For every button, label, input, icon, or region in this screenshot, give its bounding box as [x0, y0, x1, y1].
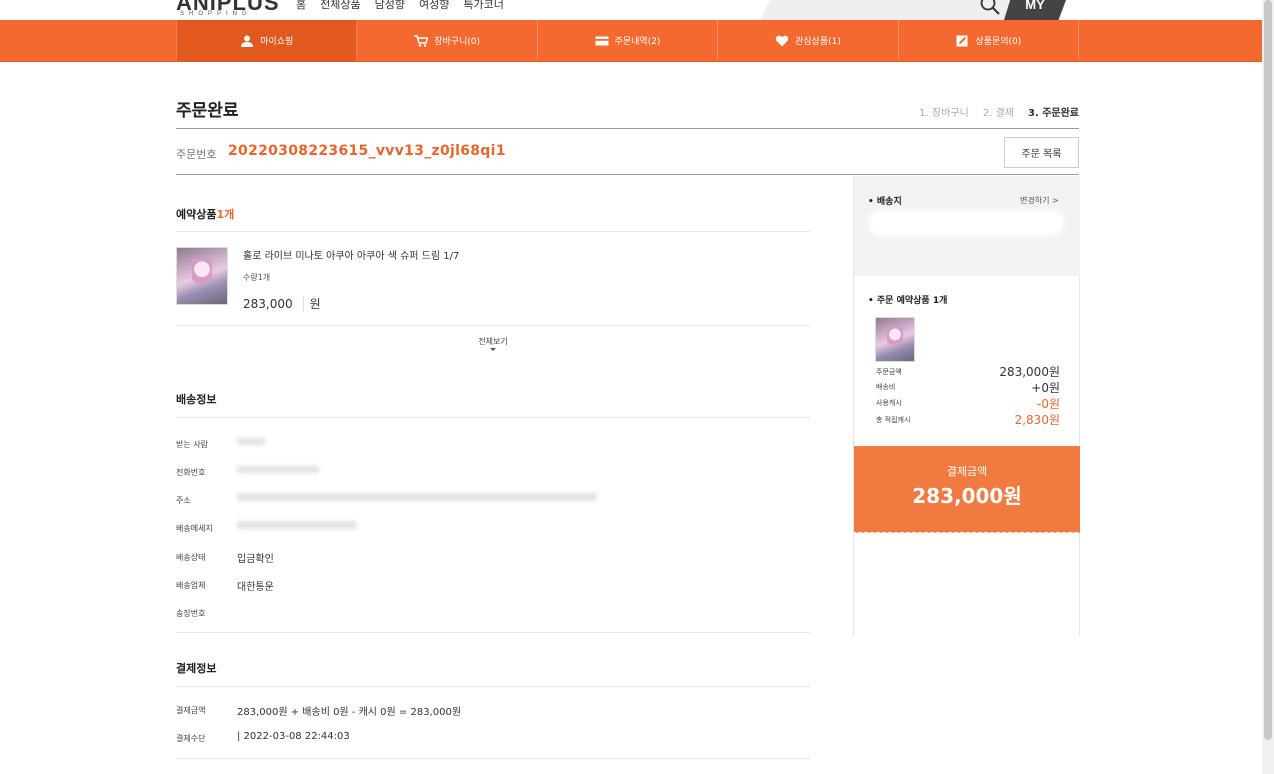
status-label: 배송상태 — [176, 553, 206, 562]
total-payment-label: 결제금액 — [946, 465, 988, 478]
nav-all-products[interactable]: 전체상품 — [320, 0, 360, 12]
product-price: 283,000 원 — [243, 295, 321, 312]
nav-female[interactable]: 여성향 — [419, 0, 449, 12]
product-price-value: 283,000 — [243, 297, 293, 311]
step-complete: 3. 주문완료 — [1027, 108, 1079, 119]
message-redacted — [237, 521, 357, 529]
tab-label: 마이쇼핑 — [260, 37, 294, 47]
order-amount-label: 주문금액 — [876, 368, 902, 376]
tab-label: 관심상품(1) — [794, 37, 841, 47]
order-summary-sidebar: • 배송지 변경하기 > • 주문 예약상품 1개 주문금액 283,000원 … — [853, 176, 1080, 636]
card-icon — [595, 36, 609, 45]
divider — [176, 174, 1079, 175]
site-logo-sub: SHOPPING — [180, 11, 252, 17]
divider — [176, 325, 810, 326]
payment-method-label: 결제수단 — [176, 734, 206, 743]
heart-icon — [775, 35, 789, 46]
tab-wishlist[interactable]: 관심상품(1) — [718, 20, 899, 61]
order-number: 20220308223615_vvv13_z0jl68qi1 — [228, 143, 506, 159]
shipping-address-title: • 배송지 — [868, 197, 902, 207]
shipping-address-box: • 배송지 변경하기 > — [854, 176, 1080, 276]
shipping-info-title: 배송정보 — [176, 393, 217, 406]
my-button[interactable]: MY — [1004, 0, 1066, 20]
divider — [176, 686, 810, 687]
edit-icon — [956, 35, 968, 46]
change-address-link[interactable]: 변경하기 > — [1020, 195, 1059, 206]
search-icon[interactable] — [979, 0, 1001, 16]
payment-amount-value: 283,000원 + 배송비 0원 - 캐시 0원 = 283,000원 — [237, 707, 462, 718]
payment-amount-label: 결제금액 — [176, 706, 206, 715]
shipping-address-redacted — [868, 210, 1064, 236]
divider — [176, 128, 1079, 129]
header-search-area — [760, 0, 1010, 20]
page-title: 주문완료 — [176, 101, 239, 121]
courier-value: 대한통운 — [237, 582, 274, 593]
top-nav: 홈 전체상품 남성향 여성향 특가코너 — [296, 0, 504, 12]
product-quantity: 수량1개 — [243, 273, 271, 282]
total-payment-amount: 283,000원 — [912, 484, 1022, 508]
chevron-down-icon — [490, 348, 496, 351]
shipping-fee-label: 배송비 — [876, 383, 896, 391]
total-reward-value: 2,830원 — [1014, 413, 1060, 427]
person-icon — [241, 35, 254, 47]
order-list-button[interactable]: 주문 목록 — [1004, 137, 1079, 168]
address-label: 주소 — [176, 496, 191, 505]
nav-male[interactable]: 남성향 — [375, 0, 405, 12]
tab-label: 상품문의(0) — [975, 37, 1022, 47]
tab-inquiry[interactable]: 상품문의(0) — [899, 20, 1080, 61]
products-label: 예약상품 — [176, 208, 217, 221]
cart-icon — [414, 34, 429, 47]
product-name[interactable]: 홀로 라이브 미나토 아쿠아 아쿠아 색 슈퍼 드림 1/7 — [243, 247, 459, 262]
divider — [176, 417, 810, 418]
product-thumbnail[interactable] — [176, 247, 228, 305]
used-cash-value: -0원 — [1036, 397, 1060, 411]
tab-my-shopping[interactable]: 마이쇼핑 — [176, 20, 358, 61]
order-amount-value: 283,000원 — [999, 365, 1060, 379]
top-header: ANIPLUS SHOPPING 홈 전체상품 남성향 여성향 특가코너 MY — [0, 0, 1262, 20]
payment-method-value: | 2022-03-08 22:44:03 — [237, 731, 350, 742]
divider — [176, 632, 810, 633]
phone-label: 전화번호 — [176, 468, 206, 477]
tab-label: 주문내역(2) — [614, 37, 661, 47]
tab-cart[interactable]: 장바구니(0) — [357, 20, 538, 61]
summary-product-thumbnail — [875, 317, 915, 362]
divider — [176, 758, 810, 759]
used-cash-label: 사용캐시 — [876, 399, 902, 407]
order-items-title: • 주문 예약상품 1개 — [868, 296, 948, 306]
scrollbar-thumb[interactable] — [1264, 0, 1272, 740]
step-payment: 2. 결제 — [982, 108, 1014, 119]
mypage-nav-bar: 마이쇼핑 장바구니(0) 주문내역(2) 관심상품(1) 상품문의(0) — [0, 20, 1262, 62]
order-number-label: 주문번호 — [176, 148, 217, 161]
view-all-label: 전체보기 — [478, 337, 508, 346]
courier-label: 배송업체 — [176, 581, 206, 590]
products-section-title: 예약상품1개 — [176, 206, 234, 222]
nav-special[interactable]: 특가코너 — [463, 0, 503, 12]
products-count: 1개 — [216, 208, 235, 221]
status-value: 입금확인 — [237, 554, 274, 565]
payment-info-title: 결제정보 — [176, 662, 217, 675]
phone-redacted — [237, 466, 319, 473]
total-reward-label: 총 적립캐시 — [876, 416, 911, 424]
tracking-label: 송장번호 — [176, 609, 206, 618]
message-label: 배송메세지 — [176, 524, 213, 533]
shipping-fee-value: +0원 — [1031, 381, 1060, 395]
divider — [176, 231, 810, 232]
zigzag-edge — [854, 530, 1080, 536]
address-redacted — [237, 493, 597, 501]
page-scrollbar[interactable] — [1262, 0, 1274, 774]
recipient-redacted — [237, 438, 265, 445]
product-price-unit: 원 — [302, 297, 321, 311]
recipient-label: 받는 사람 — [176, 440, 208, 449]
total-payment-box: 결제금액 283,000원 — [854, 446, 1080, 536]
view-all-button[interactable]: 전체보기 — [470, 336, 516, 351]
order-steps: 1. 장바구니 2. 결제 3. 주문완료 — [919, 104, 1079, 119]
nav-home[interactable]: 홈 — [296, 0, 306, 12]
step-cart: 1. 장바구니 — [919, 108, 969, 119]
tab-label: 장바구니(0) — [434, 37, 481, 47]
tab-orders[interactable]: 주문내역(2) — [538, 20, 719, 61]
